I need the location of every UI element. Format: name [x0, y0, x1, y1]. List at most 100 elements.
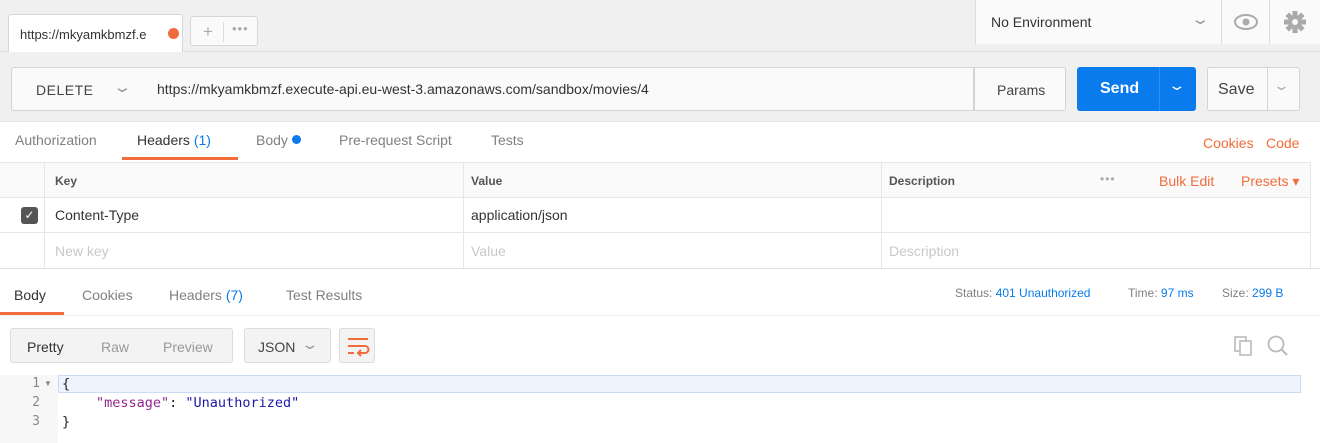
- save-label: Save: [1218, 81, 1255, 98]
- format-label: JSON: [258, 339, 296, 355]
- url-input[interactable]: [143, 67, 974, 111]
- unsaved-dot-icon: [168, 28, 179, 39]
- divider: [223, 22, 224, 42]
- status-value: 401 Unauthorized: [995, 286, 1091, 300]
- active-tab-indicator: [122, 157, 238, 160]
- divider: [1159, 67, 1160, 111]
- response-tab-headers[interactable]: Headers (7): [169, 287, 243, 303]
- tab-actions: + •••: [190, 16, 258, 46]
- save-button[interactable]: Save ⌄: [1207, 67, 1300, 111]
- fold-arrow-icon[interactable]: ▼: [44, 379, 52, 388]
- copy-response-button[interactable]: [1233, 335, 1255, 360]
- line-number: 2: [32, 395, 40, 410]
- send-options-chevron-icon[interactable]: ⌄: [1167, 77, 1186, 94]
- response-headers-count: (7): [225, 287, 243, 303]
- new-description-input[interactable]: Description: [889, 243, 959, 259]
- new-value-input[interactable]: Value: [471, 243, 506, 259]
- environment-select[interactable]: No Environment ⌄: [975, 0, 1222, 44]
- code-line: "message": "Unauthorized": [96, 395, 299, 411]
- response-status: Status: 401 Unauthorized: [955, 286, 1090, 300]
- wrap-lines-button[interactable]: [339, 328, 375, 363]
- copy-icon: [1234, 336, 1252, 356]
- headers-table: Key Value Description ••• Bulk Edit Pres…: [0, 162, 1311, 269]
- time-value: 97 ms: [1160, 286, 1194, 300]
- column-header-description: Description: [889, 174, 956, 188]
- save-options-chevron-icon[interactable]: ⌄: [1273, 78, 1290, 94]
- eye-icon: [1234, 14, 1258, 30]
- header-value-cell[interactable]: application/json: [471, 207, 568, 223]
- method-label: DELETE: [36, 82, 94, 98]
- line-number: 1: [32, 376, 40, 391]
- new-tab-button[interactable]: +: [203, 22, 213, 42]
- status-label: Status:: [955, 286, 993, 300]
- request-tab[interactable]: https://mkyamkbmzf.e: [8, 14, 183, 52]
- json-colon: :: [169, 395, 186, 411]
- divider: [881, 163, 882, 269]
- tab-body[interactable]: Body: [256, 132, 301, 148]
- wrap-lines-icon: [348, 338, 370, 357]
- tab-headers-label: Headers: [137, 132, 190, 148]
- response-time: Time: 97 ms: [1128, 286, 1194, 300]
- header-enabled-checkbox[interactable]: ✓: [21, 207, 38, 224]
- json-key: "message": [96, 395, 170, 411]
- method-select[interactable]: DELETE ⌄: [11, 67, 144, 111]
- divider: [0, 315, 1320, 316]
- code-open-brace: {: [62, 376, 71, 392]
- response-size: Size: 299 B: [1222, 286, 1283, 300]
- code-close-brace: }: [62, 414, 71, 430]
- preview-button[interactable]: Preview: [163, 339, 213, 355]
- headers-count: (1): [193, 132, 211, 148]
- tab-authorization[interactable]: Authorization: [15, 132, 97, 148]
- divider: [463, 163, 464, 269]
- tab-headers[interactable]: Headers (1): [137, 132, 211, 148]
- search-icon: [1267, 335, 1288, 356]
- format-select[interactable]: JSON ⌄: [244, 328, 331, 363]
- request-tab-label: https://mkyamkbmzf.e: [20, 27, 147, 42]
- size-value: 299 B: [1252, 286, 1284, 300]
- table-row: ✓ Content-Type application/json: [0, 198, 1311, 233]
- environment-settings-button[interactable]: [1270, 0, 1320, 44]
- pretty-button[interactable]: Pretty: [27, 339, 64, 355]
- more-tabs-button[interactable]: •••: [232, 21, 249, 36]
- active-line-highlight: [58, 375, 1301, 393]
- divider: [1267, 68, 1268, 110]
- table-header-row: Key Value Description ••• Bulk Edit Pres…: [0, 163, 1311, 198]
- params-button[interactable]: Params: [974, 67, 1066, 111]
- more-options-button[interactable]: •••: [1100, 172, 1116, 186]
- tab-tests[interactable]: Tests: [491, 132, 524, 148]
- raw-button[interactable]: Raw: [101, 339, 129, 355]
- environment-quick-look-button[interactable]: [1222, 0, 1270, 44]
- divider: [1310, 163, 1311, 269]
- body-indicator-dot-icon: [291, 135, 301, 144]
- code-link[interactable]: Code: [1266, 135, 1299, 151]
- send-label: Send: [1100, 80, 1140, 97]
- view-mode-group: Pretty Raw Preview: [10, 328, 233, 363]
- divider: [44, 163, 45, 269]
- response-tab-cookies[interactable]: Cookies: [82, 287, 133, 303]
- cookies-link[interactable]: Cookies: [1203, 135, 1254, 151]
- json-value: "Unauthorized": [185, 395, 300, 411]
- table-row-new: New key Value Description: [0, 233, 1311, 269]
- size-label: Size:: [1222, 286, 1249, 300]
- column-header-value: Value: [471, 174, 503, 188]
- send-button[interactable]: Send ⌄: [1077, 67, 1196, 111]
- chevron-down-icon: ⌄: [300, 336, 320, 352]
- response-tab-test-results[interactable]: Test Results: [286, 287, 362, 303]
- params-label: Params: [997, 82, 1046, 98]
- environment-label: No Environment: [991, 14, 1092, 30]
- line-number: 3: [32, 414, 40, 429]
- chevron-down-icon: ⌄: [112, 79, 133, 96]
- bulk-edit-button[interactable]: Bulk Edit: [1159, 173, 1214, 189]
- search-response-button[interactable]: [1266, 334, 1290, 361]
- header-key-cell[interactable]: Content-Type: [55, 207, 139, 223]
- column-header-key: Key: [55, 174, 78, 188]
- tab-body-label: Body: [256, 132, 288, 148]
- response-tab-body[interactable]: Body: [14, 287, 46, 303]
- new-key-input[interactable]: New key: [55, 243, 109, 259]
- presets-button[interactable]: Presets ▾: [1241, 173, 1299, 190]
- chevron-down-icon: ⌄: [1190, 11, 1211, 28]
- divider: [0, 268, 1320, 269]
- response-tab-headers-label: Headers: [169, 287, 222, 303]
- gear-icon: [1284, 11, 1306, 33]
- tab-pre-request-script[interactable]: Pre-request Script: [339, 132, 452, 148]
